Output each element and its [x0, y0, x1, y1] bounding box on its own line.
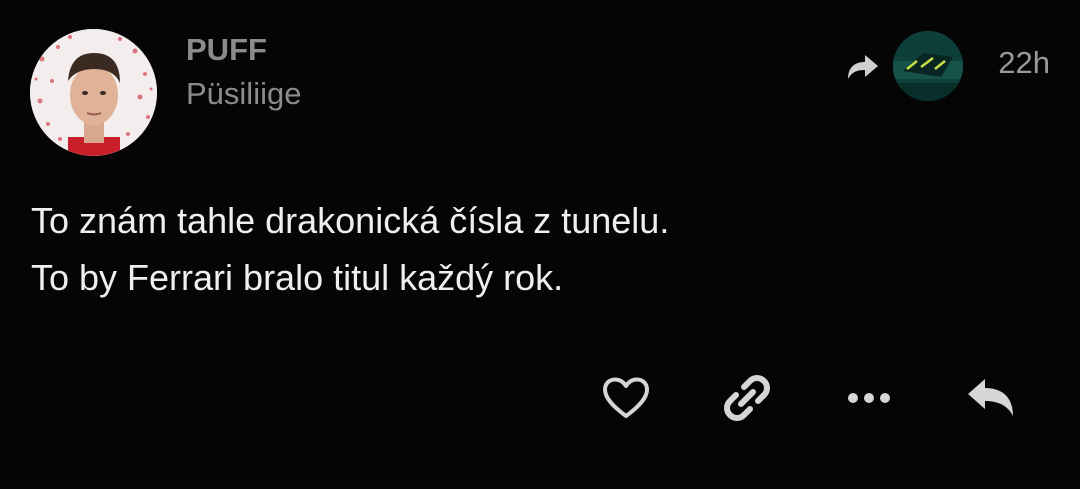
person-avatar-icon	[30, 29, 157, 156]
author-name[interactable]: PUFF	[186, 32, 267, 68]
content-line: To znám tahle drakonická čísla z tunelu.	[31, 200, 670, 241]
post-content: To znám tahle drakonická čísla z tunelu.…	[31, 192, 1031, 306]
boosted-avatar[interactable]	[893, 31, 963, 101]
favourite-button[interactable]	[600, 372, 652, 424]
reply-icon	[968, 379, 1013, 416]
reply-button[interactable]	[965, 372, 1017, 424]
author-avatar[interactable]	[30, 29, 157, 156]
post: PUFF Püsiliige 22h To znám tahle drakoni…	[0, 0, 1080, 489]
author-role: Püsiliige	[186, 76, 302, 111]
boost-icon	[845, 51, 881, 81]
more-icon	[848, 393, 890, 403]
boosted-avatar-icon	[893, 31, 963, 101]
heart-icon	[603, 377, 649, 418]
more-button[interactable]	[843, 372, 895, 424]
copy-link-button[interactable]	[721, 372, 773, 424]
link-icon	[724, 375, 770, 421]
content-line: To by Ferrari bralo titul každý rok.	[31, 257, 564, 298]
timestamp[interactable]: 22h	[998, 45, 1050, 81]
